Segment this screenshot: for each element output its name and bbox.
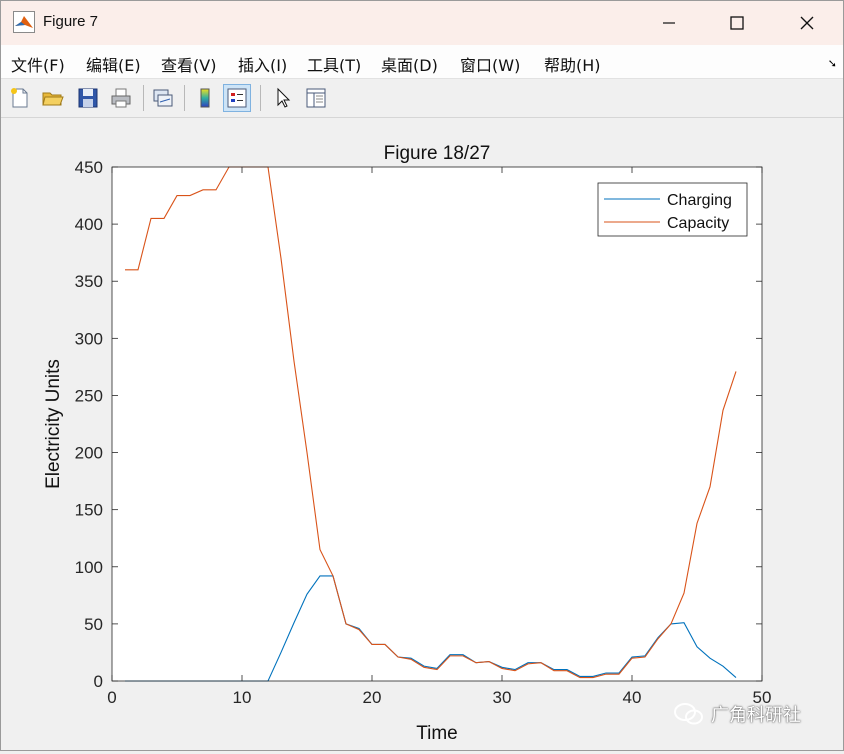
x-tick-label: 30 xyxy=(493,688,512,707)
title-bar: Figure 7 xyxy=(1,1,843,45)
menu-insert[interactable]: 插入(I) xyxy=(238,52,287,76)
toolbar-separator xyxy=(184,85,185,111)
menu-bar: 文件(F) 编辑(E) 查看(V) 插入(I) 工具(T) 桌面(D) 窗口(W… xyxy=(1,45,843,79)
pointer-arrow-icon xyxy=(277,87,291,108)
link-plot-icon xyxy=(153,89,173,107)
legend-label-capacity: Capacity xyxy=(667,215,729,232)
wechat-logo-icon xyxy=(674,703,703,725)
y-tick-label: 100 xyxy=(75,558,103,577)
x-tick-label: 20 xyxy=(363,688,382,707)
folder-open-icon xyxy=(42,92,64,106)
open-file-button[interactable] xyxy=(39,84,67,112)
y-tick-label: 200 xyxy=(75,444,103,463)
maximize-icon xyxy=(730,16,744,30)
watermark: 广角科研社 xyxy=(673,701,801,727)
maximize-button[interactable] xyxy=(707,5,767,41)
y-tick-label: 150 xyxy=(75,501,103,520)
x-axis-label: Time xyxy=(416,723,458,744)
print-button[interactable] xyxy=(107,84,135,112)
menu-view[interactable]: 查看(V) xyxy=(161,52,216,76)
property-inspector-icon xyxy=(306,88,326,108)
y-tick-label: 400 xyxy=(75,215,103,234)
close-button[interactable] xyxy=(777,5,837,41)
chart-title: Figure 18/27 xyxy=(384,143,491,164)
dock-arrow-icon[interactable]: ➘ xyxy=(828,57,837,70)
y-tick-label: 0 xyxy=(94,672,103,691)
y-tick-label: 250 xyxy=(75,386,103,405)
toolbar-separator xyxy=(260,85,261,111)
plot-area xyxy=(112,167,762,681)
link-plot-button[interactable] xyxy=(149,84,177,112)
menu-window[interactable]: 窗口(W) xyxy=(460,52,520,76)
menu-file[interactable]: 文件(F) xyxy=(11,52,65,76)
y-axis-label: Electricity Units xyxy=(43,359,64,489)
figure-window: Figure 7 文件(F) 编辑(E) 查看(V) 插入(I) 工具(T) 桌… xyxy=(0,0,844,751)
property-inspector-button[interactable] xyxy=(302,84,330,112)
y-tick-label: 300 xyxy=(75,329,103,348)
matlab-logo-icon xyxy=(13,11,35,33)
edit-plot-button[interactable] xyxy=(269,84,297,112)
window-title: Figure 7 xyxy=(43,13,99,30)
menu-tools[interactable]: 工具(T) xyxy=(307,52,361,76)
menu-help[interactable]: 帮助(H) xyxy=(544,52,601,76)
printer-icon xyxy=(111,88,131,108)
y-tick-label: 450 xyxy=(75,158,103,177)
colorbar-icon xyxy=(200,88,210,108)
minimize-icon xyxy=(663,22,675,24)
menu-edit[interactable]: 编辑(E) xyxy=(86,52,141,76)
legend-label-charging: Charging xyxy=(667,192,732,209)
figure-canvas: 0 10 20 30 40 50 0 50 100 150 200 250 300 350 400 450 Fi… xyxy=(1,118,843,750)
save-disk-icon xyxy=(78,88,98,108)
toolbar xyxy=(1,79,843,118)
close-icon xyxy=(800,16,814,30)
y-tick-label: 50 xyxy=(84,615,103,634)
line-chart: 0 10 20 30 40 50050100150200250300350400450Fi… xyxy=(43,143,771,744)
legend-icon xyxy=(227,88,247,108)
toolbar-separator xyxy=(143,85,144,111)
new-figure-button[interactable] xyxy=(6,84,34,112)
insert-legend-button[interactable] xyxy=(223,84,251,112)
x-tick-label: 40 xyxy=(623,688,642,707)
menu-desktop[interactable]: 桌面(D) xyxy=(381,52,438,76)
x-tick-label: 0 xyxy=(107,688,116,707)
y-tick-label: 350 xyxy=(75,272,103,291)
watermark-text: 广角科研社 xyxy=(711,705,801,726)
save-button[interactable] xyxy=(74,84,102,112)
new-file-icon xyxy=(11,88,28,108)
minimize-button[interactable] xyxy=(639,5,699,41)
x-tick-label: 10 xyxy=(233,688,252,707)
insert-colorbar-button[interactable] xyxy=(191,84,219,112)
